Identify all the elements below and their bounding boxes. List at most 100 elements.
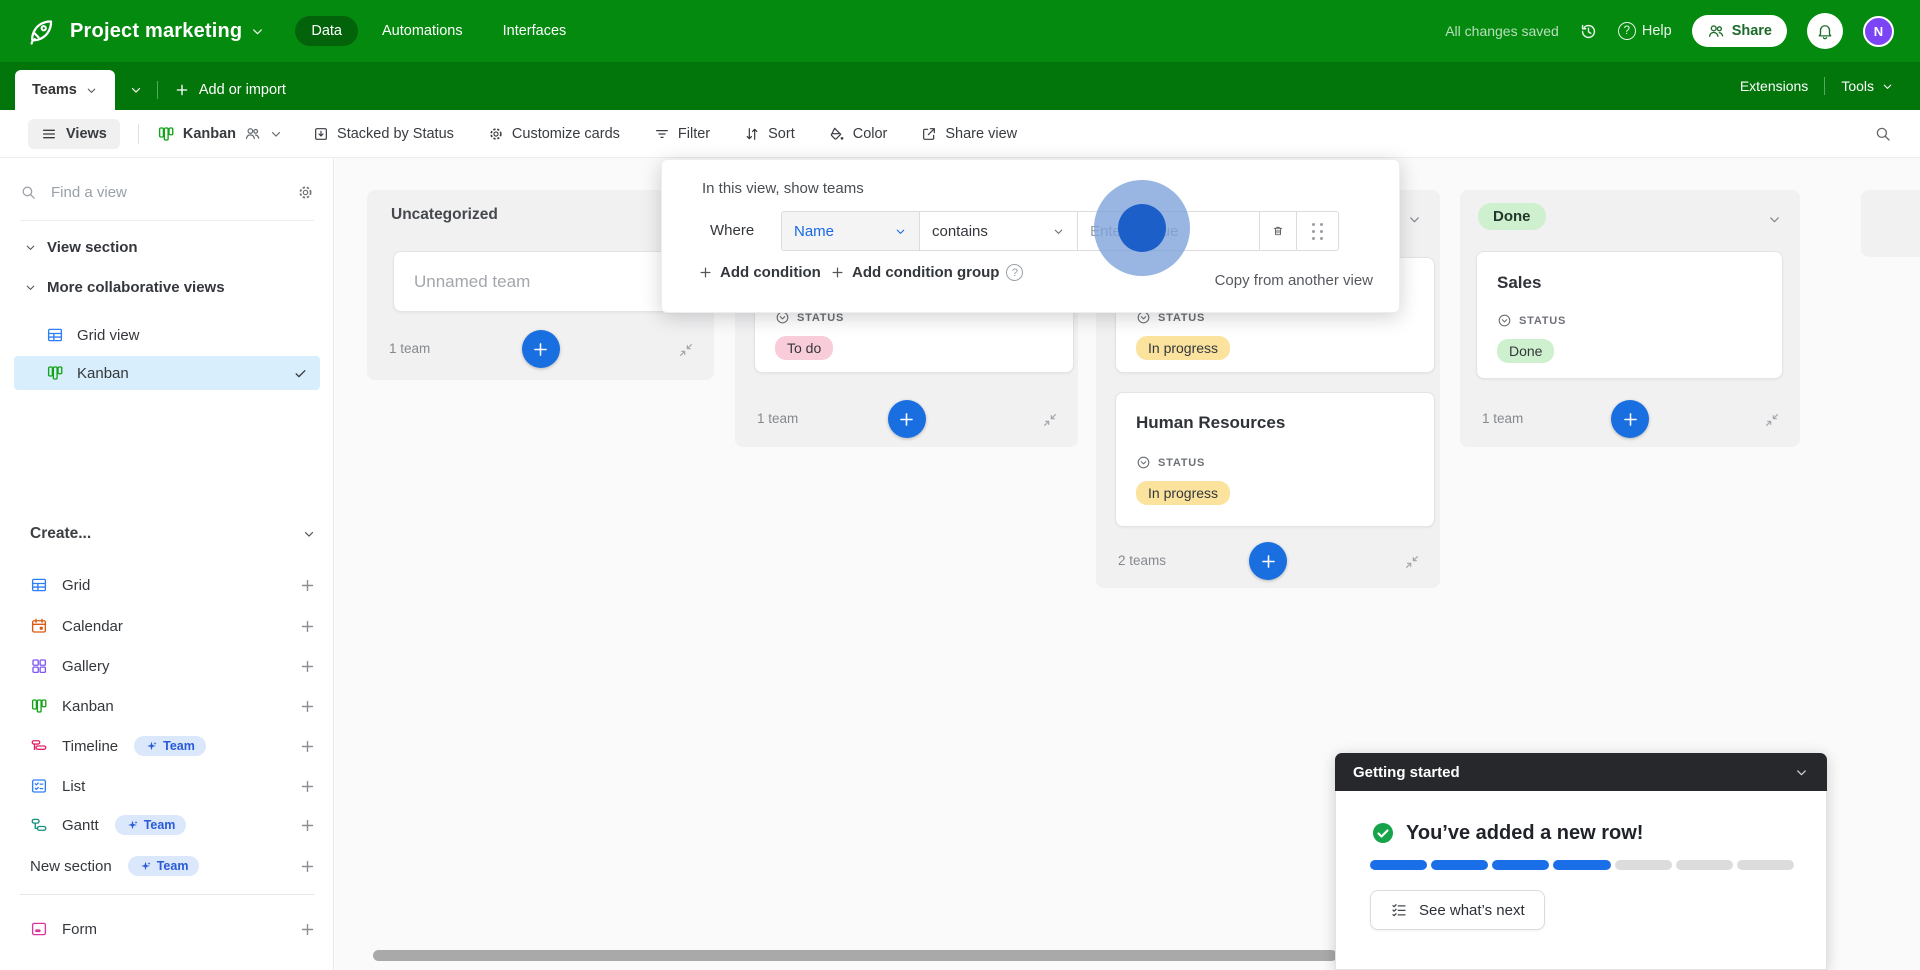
team-count: 2 teams bbox=[1118, 553, 1167, 568]
plus-icon[interactable] bbox=[299, 778, 316, 795]
section-label: More collaborative views bbox=[47, 279, 225, 296]
search-icon bbox=[20, 184, 37, 201]
sidebar-view-kanban[interactable]: Kanban bbox=[14, 356, 320, 390]
add-card-button[interactable] bbox=[1249, 542, 1287, 580]
chevron-down-icon bbox=[269, 127, 283, 141]
progress-bar bbox=[1370, 860, 1794, 870]
item-label: List bbox=[62, 777, 86, 795]
nav-tab-interfaces[interactable]: Interfaces bbox=[487, 16, 583, 46]
create-item-gallery[interactable]: Gallery bbox=[30, 650, 316, 682]
filter-value-input[interactable] bbox=[1078, 212, 1259, 250]
see-whats-next-button[interactable]: See what’s next bbox=[1370, 890, 1545, 930]
collapse-column-icon[interactable] bbox=[1764, 412, 1780, 428]
operator-select[interactable]: contains bbox=[920, 212, 1078, 250]
table-tab-teams[interactable]: Teams bbox=[15, 70, 115, 110]
kanban-view-icon bbox=[46, 364, 64, 382]
table-tab-bar: Teams Add or import Extensions Tools bbox=[0, 62, 1920, 110]
nav-tab-data[interactable]: Data bbox=[295, 16, 358, 46]
gear-icon[interactable] bbox=[297, 184, 314, 201]
table-tab-label: Teams bbox=[32, 82, 77, 98]
user-avatar[interactable]: N bbox=[1863, 15, 1894, 47]
search-view-button[interactable] bbox=[1874, 125, 1892, 143]
stacked-by-button[interactable]: Stacked by Status bbox=[313, 126, 454, 142]
plus-icon[interactable] bbox=[299, 817, 316, 834]
create-item-form[interactable]: Form bbox=[30, 913, 316, 945]
views-sidebar-toggle[interactable]: Views bbox=[28, 118, 120, 149]
sidebar-section-collaborative-views[interactable]: More collaborative views bbox=[24, 279, 225, 296]
share-label: Share bbox=[1731, 23, 1772, 39]
create-item-timeline[interactable]: Timeline Team bbox=[30, 730, 316, 762]
create-item-new-section[interactable]: New section Team bbox=[30, 850, 316, 882]
people-icon bbox=[1707, 22, 1725, 40]
getting-started-header[interactable]: Getting started bbox=[1335, 753, 1827, 791]
plus-icon[interactable] bbox=[299, 577, 316, 594]
sidebar-section-view-section[interactable]: View section bbox=[24, 239, 138, 256]
create-item-gantt[interactable]: Gantt Team bbox=[30, 809, 316, 841]
create-item-grid[interactable]: Grid bbox=[30, 569, 316, 601]
sparkle-icon bbox=[126, 819, 139, 832]
chevron-down-icon[interactable] bbox=[1767, 212, 1782, 227]
notifications-button[interactable] bbox=[1807, 13, 1843, 49]
team-card-human-resources[interactable]: Human Resources STATUS In progress bbox=[1115, 392, 1435, 527]
filter-label: Filter bbox=[677, 125, 711, 142]
add-card-button[interactable] bbox=[1611, 400, 1649, 438]
customize-cards-button[interactable]: Customize cards bbox=[488, 126, 620, 142]
plus-icon[interactable] bbox=[299, 921, 316, 938]
history-button[interactable] bbox=[1579, 22, 1598, 41]
create-section-header[interactable]: Create... bbox=[30, 525, 316, 543]
create-item-kanban[interactable]: Kanban bbox=[30, 690, 316, 722]
kanban-column-done: Done Sales STATUS Done 1 team bbox=[1460, 190, 1800, 447]
sort-button[interactable]: Sort bbox=[744, 126, 795, 142]
plus-icon[interactable] bbox=[299, 658, 316, 675]
sidebar-view-grid[interactable]: Grid view bbox=[14, 318, 320, 352]
share-button[interactable]: Share bbox=[1691, 15, 1787, 47]
add-condition-button[interactable]: Add condition bbox=[698, 264, 821, 281]
plus-icon[interactable] bbox=[299, 618, 316, 635]
find-view-input[interactable] bbox=[51, 184, 283, 201]
status-pill: To do bbox=[775, 336, 834, 360]
add-or-import-button[interactable]: Add or import bbox=[158, 70, 302, 110]
delete-condition-button[interactable] bbox=[1260, 212, 1297, 250]
field-select[interactable]: Name bbox=[782, 212, 920, 250]
kanban-view-icon bbox=[157, 125, 175, 143]
copy-from-another-view-link[interactable]: Copy from another view bbox=[1215, 272, 1373, 289]
item-label: New section bbox=[30, 857, 112, 875]
base-title-menu[interactable]: Project marketing bbox=[70, 20, 265, 43]
collapse-column-icon[interactable] bbox=[1042, 412, 1058, 428]
table-list-expand-button[interactable] bbox=[115, 70, 157, 110]
sparkle-icon bbox=[139, 860, 152, 873]
color-button[interactable]: Color bbox=[829, 126, 887, 142]
horizontal-scrollbar[interactable] bbox=[373, 950, 1337, 961]
drag-condition-handle[interactable] bbox=[1297, 212, 1338, 250]
create-item-list[interactable]: List bbox=[30, 770, 316, 802]
extensions-button[interactable]: Extensions bbox=[1740, 78, 1808, 94]
create-item-calendar[interactable]: Calendar bbox=[30, 610, 316, 642]
status-field: STATUS bbox=[1497, 313, 1566, 328]
question-icon: ? bbox=[1617, 22, 1636, 40]
unnamed-team-card[interactable]: Unnamed team bbox=[393, 251, 689, 312]
plus-icon[interactable] bbox=[299, 858, 316, 875]
chevron-down-icon bbox=[894, 225, 907, 238]
add-card-button[interactable] bbox=[521, 330, 560, 368]
add-card-button[interactable] bbox=[887, 400, 926, 438]
customize-cards-label: Customize cards bbox=[511, 125, 620, 142]
team-card-sales[interactable]: Sales STATUS Done bbox=[1476, 251, 1783, 379]
plus-icon[interactable] bbox=[299, 738, 316, 755]
help-button[interactable]: ? Help bbox=[1617, 22, 1672, 40]
nav-tab-automations[interactable]: Automations bbox=[366, 16, 479, 46]
column-footer: 1 team bbox=[735, 400, 1078, 440]
tools-button[interactable]: Tools bbox=[1841, 78, 1894, 94]
current-view-switcher[interactable]: Kanban bbox=[157, 125, 283, 143]
divider bbox=[20, 894, 314, 895]
chevron-down-icon[interactable] bbox=[1407, 212, 1422, 227]
filter-button[interactable]: Filter bbox=[654, 126, 710, 142]
field-value: Name bbox=[794, 222, 835, 240]
collapse-column-icon[interactable] bbox=[678, 342, 694, 358]
chevron-down-icon[interactable] bbox=[1794, 765, 1809, 780]
share-view-button[interactable]: Share view bbox=[921, 126, 1017, 142]
plus-icon[interactable] bbox=[299, 698, 316, 715]
add-condition-group-button[interactable]: Add condition group ? bbox=[830, 264, 1024, 281]
collapse-column-icon[interactable] bbox=[1404, 554, 1420, 570]
gear-icon bbox=[488, 126, 504, 142]
checklist-icon bbox=[1390, 901, 1408, 919]
